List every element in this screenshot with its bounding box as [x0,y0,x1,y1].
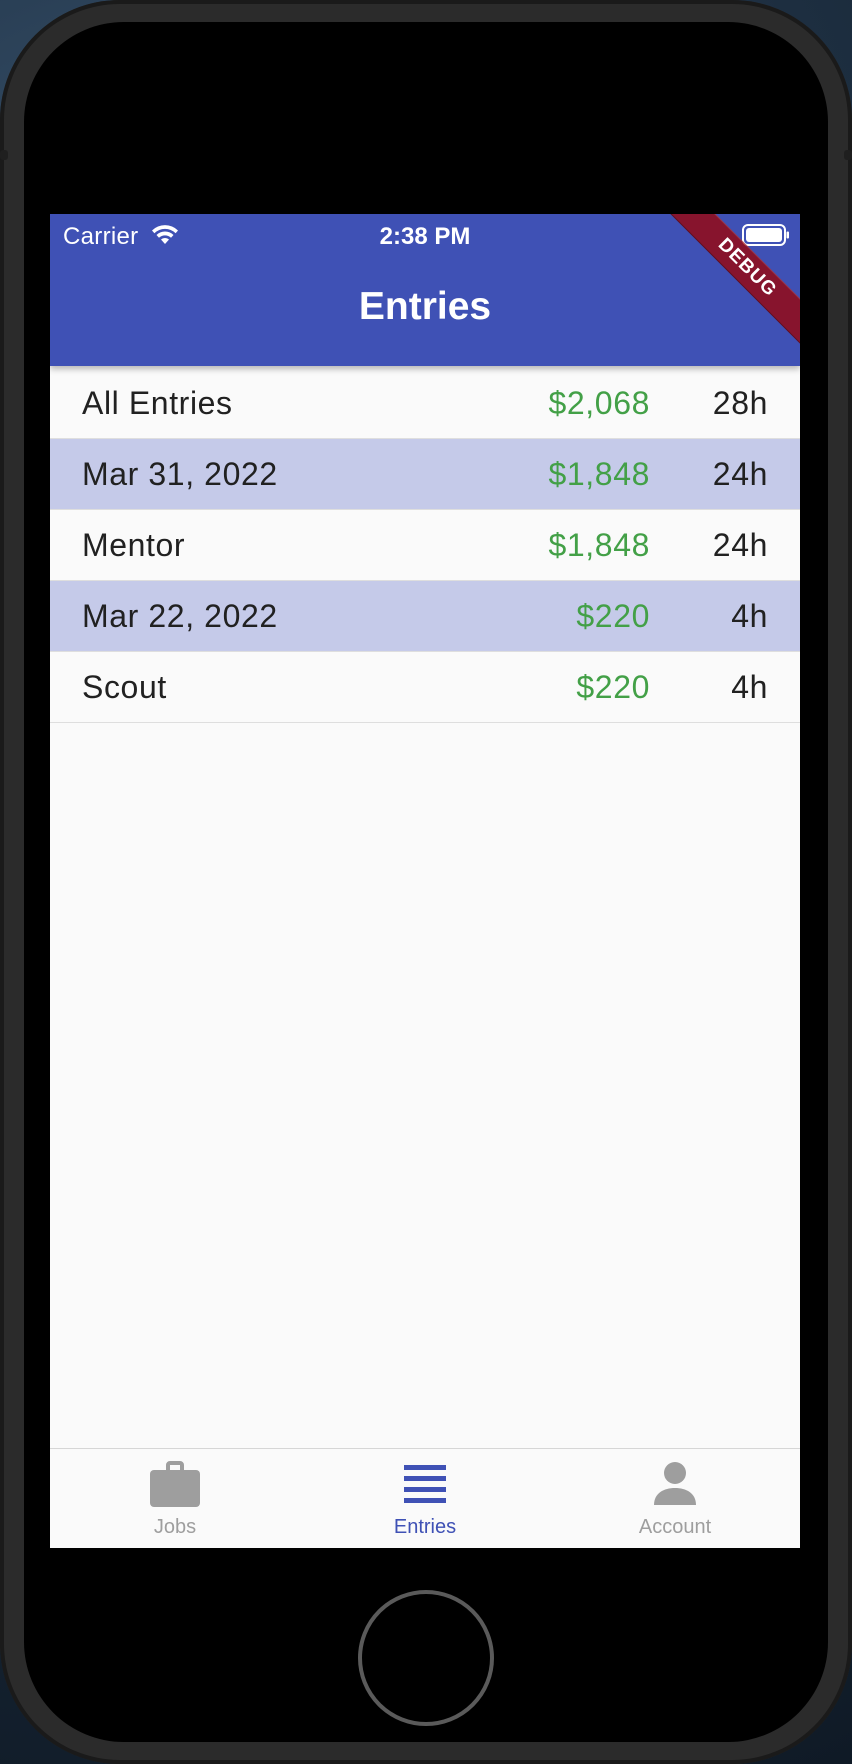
entry-amount: $220 [576,598,650,634]
tab-label: Entries [393,1516,457,1538]
page-title: Entries [358,285,492,328]
app-screen: Carrier 2:38 PM Entries DEBUG All Entrie… [50,214,800,1548]
entry-hours: 4h [731,669,768,705]
entry-row-date-header[interactable]: Mar 22, 2022 $220 4h [50,581,800,652]
tab-label: Account [638,1516,712,1538]
entry-amount: $1,848 [548,456,650,492]
tab-entries[interactable]: Entries [300,1449,550,1548]
entry-label: All Entries [82,385,233,421]
entry-row-job[interactable]: Scout $220 4h [50,652,800,723]
tab-label: Jobs [153,1516,197,1538]
battery-icon [742,224,789,246]
home-button[interactable] [358,1590,494,1726]
list-icon [404,1465,446,1503]
entry-hours: 24h [712,527,768,563]
person-icon [654,1462,696,1505]
entry-row-job[interactable]: Mentor $1,848 24h [50,510,800,581]
side-button-right [844,150,852,160]
entry-amount: $1,848 [548,527,650,563]
entry-label: Mar 22, 2022 [82,598,278,634]
entry-label: Mentor [82,527,186,563]
tab-jobs[interactable]: Jobs [50,1449,300,1548]
entry-label: Mar 31, 2022 [82,456,278,492]
entry-row-all-entries[interactable]: All Entries $2,068 28h [50,368,800,439]
entries-list: All Entries $2,068 28h Mar 31, 2022 $1,8… [50,368,800,723]
entry-hours: 24h [712,456,768,492]
side-button-left [0,150,8,160]
entry-amount: $220 [576,669,650,705]
bottom-navigation: Jobs Entries Account [50,1448,800,1548]
entry-hours: 28h [712,385,768,421]
entry-label: Scout [82,669,167,705]
entry-amount: $2,068 [548,385,650,421]
entry-row-date-header[interactable]: Mar 31, 2022 $1,848 24h [50,439,800,510]
tab-account[interactable]: Account [550,1449,800,1548]
briefcase-icon [150,1461,200,1507]
app-bar: Carrier 2:38 PM Entries DEBUG [50,214,800,366]
entry-hours: 4h [731,598,768,634]
